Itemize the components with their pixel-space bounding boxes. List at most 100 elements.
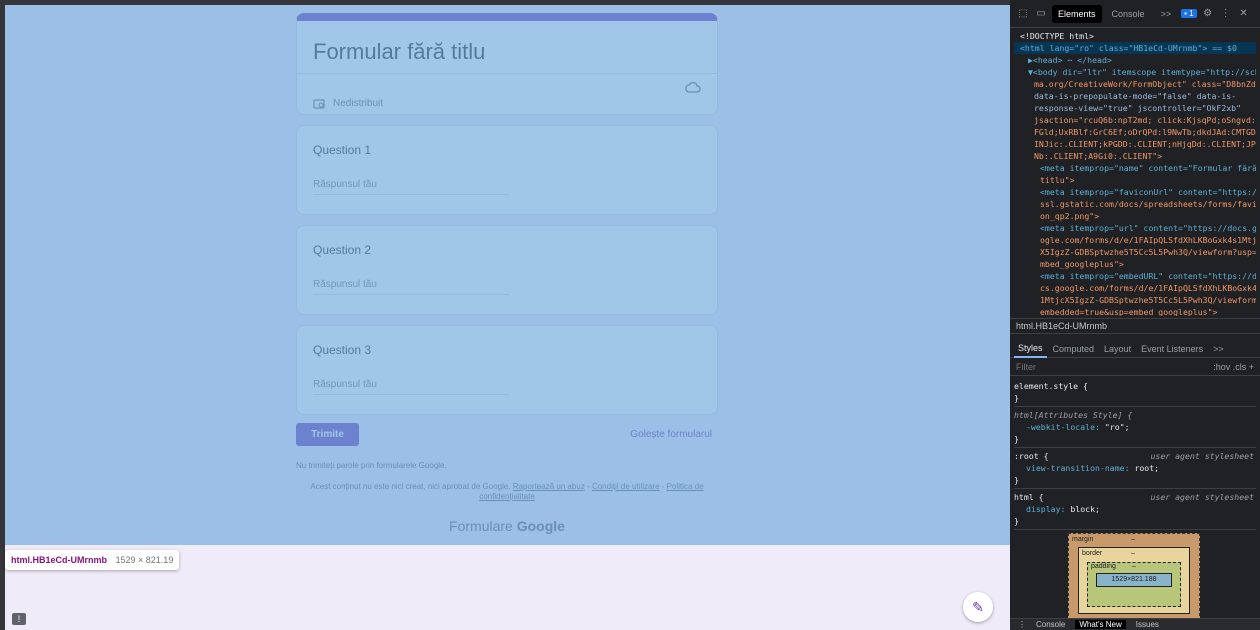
question-title: Question 1 [313,143,372,157]
share-status-label: Nedistribuit [333,98,384,109]
css-rules: element.style { } html[Attributes Style]… [1010,376,1260,536]
clear-form-button[interactable]: Golește formularul [630,429,712,440]
dom-line[interactable]: 1MtjcX5IgzZ-GDBSptwzhe5T5Cc5L5Pwh3Q/view… [1014,294,1256,306]
issues-count: 1 [1189,9,1194,18]
inspect-element-icon[interactable]: ⬚ [1016,8,1030,19]
dom-line[interactable]: embedded=true&usp=embed_googleplus"> [1014,306,1256,316]
title-divider [297,73,717,74]
styles-filter-input[interactable] [1016,361,1136,372]
dom-line[interactable]: titlu"> [1014,174,1256,186]
answer-input[interactable]: Răspunsul tău [313,379,509,395]
question-title: Question 2 [313,243,372,257]
drawer-tab-issues[interactable]: Issues [1136,620,1159,629]
dom-line[interactable]: <meta itemprop="faviconUrl" content="htt… [1014,186,1256,198]
devtools-panel: ⬚ ▭ Elements Console >> ▪ 1 ⚙ ⋮ ✕ <!DOCT… [1010,0,1260,630]
inspect-tooltip: html.HB1eCd-UMrnmb 1529 × 821.19 [5,550,180,570]
tab-computed[interactable]: Computed [1049,341,1099,357]
password-warning: Nu trimiteți parole prin formularele Goo… [296,461,447,470]
device-toolbar-icon[interactable]: ▭ [1034,8,1048,19]
rule-close: } [1014,516,1019,526]
report-issue-icon[interactable]: ! [12,613,26,625]
submit-button[interactable]: Trimite [296,423,359,446]
tab-elements[interactable]: Elements [1052,4,1102,23]
dom-line[interactable]: INJic:.CLIENT;kPGDD:.CLIENT;nHjqDd:.CLIE… [1014,138,1256,150]
drawer-tab-whats-new[interactable]: What's New [1075,620,1126,629]
question-card-1: Question 1 Răspunsul tău [296,125,718,215]
terms-link[interactable]: Condiții de utilizare [592,482,660,491]
dom-line-selected[interactable]: <html lang="ro" class="HB1eCd-UMrnmb"> =… [1014,42,1256,54]
prop-name: display [1026,504,1061,514]
dom-line[interactable]: ma.org/CreativeWork/FormObject" class="D… [1014,78,1256,90]
box-border: border – padding – 1529×821.188 [1078,547,1190,614]
more-subtabs-icon[interactable]: >> [1209,341,1228,357]
dom-tree: <!DOCTYPE html> <html lang="ro" class="H… [1010,28,1260,316]
prop-name: view-transition-name [1026,463,1125,473]
dom-line[interactable]: response-view="true" jscontroller="OkF2x… [1014,102,1256,114]
dom-line[interactable]: ssl.gstatic.com/docs/spreadsheets/forms/… [1014,198,1256,210]
prop-name: -webkit-locale [1026,422,1096,432]
rule-property[interactable]: -webkit-locale: "ro"; [1014,421,1256,433]
close-icon[interactable]: ✕ [1237,8,1251,19]
question-title: Question 3 [313,343,372,357]
box-content-size: 1529×821.188 [1096,573,1172,587]
dom-line[interactable]: <meta itemprop="embedURL" content="https… [1014,270,1256,282]
form-title-card: Formular fără titlu Nedistribuit [296,13,718,115]
rule-selector[interactable]: html[Attributes Style] { [1014,409,1256,421]
filter-tools[interactable]: :hov .cls + [1213,362,1254,372]
dom-line[interactable]: <!DOCTYPE html> [1014,30,1256,42]
dom-line[interactable]: ▼<body dir="ltr" itemscope itemtype="htt… [1014,66,1256,78]
dom-line[interactable]: ogle.com/forms/d/e/1FAIpQLSfdXhLKBoGxk4s… [1014,234,1256,246]
question-card-3: Question 3 Răspunsul tău [296,325,718,415]
box-margin-label: margin [1072,536,1094,543]
answer-input[interactable]: Răspunsul tău [313,179,509,195]
tab-console[interactable]: Console [1106,5,1151,23]
kebab-menu-icon[interactable]: ⋮ [1219,8,1233,19]
tab-layout[interactable]: Layout [1100,341,1135,357]
css-rule: element.style { } [1014,380,1256,407]
dom-line[interactable]: ▶<head> ⋯ </head> [1014,54,1256,66]
dom-line[interactable]: jsaction="rcuQ6b:npT2md; click:KjsqPd;oS… [1014,114,1256,126]
prop-value: "ro"; [1104,422,1130,432]
css-rule: :root { user agent stylesheet view-trans… [1014,450,1256,489]
page-top-edge [0,0,1010,5]
dom-line[interactable]: on_qp2.png"> [1014,210,1256,222]
tooltip-size: 1529 × 821.19 [115,555,174,565]
brand-prefix: Formulare [449,518,513,534]
browser-page: Formular fără titlu Nedistribuit Questio… [0,0,1010,630]
edit-pencil-icon[interactable]: ✎ [963,592,993,622]
box-border-value: – [1131,550,1135,557]
css-rule: html[Attributes Style] { -webkit-locale:… [1014,409,1256,448]
tab-styles[interactable]: Styles [1014,340,1047,358]
dom-breadcrumb[interactable]: html.HB1eCd-UMrnmb [1010,318,1260,334]
dom-line[interactable]: data-is-prepopulate-mode="false" data-is… [1014,90,1256,102]
disclaimer-text: Acest conținut nu este nici creat, nici … [310,482,511,491]
answer-input[interactable]: Răspunsul tău [313,279,509,295]
box-padding-value: – [1132,563,1136,570]
issues-badge[interactable]: ▪ 1 [1181,9,1197,18]
rule-close: } [1014,393,1019,403]
devtools-tabbar: ⬚ ▭ Elements Console >> ▪ 1 ⚙ ⋮ ✕ [1010,0,1260,28]
dom-line[interactable]: <meta itemprop="url" content="https://do… [1014,222,1256,234]
more-tabs-icon[interactable]: >> [1155,5,1178,23]
styles-tabbar: Styles Computed Layout Event Listeners >… [1010,340,1260,358]
drawer-menu-icon[interactable]: ⋮ [1018,620,1026,629]
rule-property[interactable]: view-transition-name: root; [1014,462,1256,474]
dom-line[interactable]: FGld;UxRBlf:GrC6Ef;oDrQPd:l9NwTb;dkdJAd:… [1014,126,1256,138]
dom-line[interactable]: <meta itemprop="name" content="Formular … [1014,162,1256,174]
gear-icon[interactable]: ⚙ [1201,8,1215,19]
dom-line[interactable]: cs.google.com/forms/d/e/1FAIpQLSfdXhLKBo… [1014,282,1256,294]
rule-property[interactable]: display: block; [1014,503,1256,515]
dom-line[interactable]: mbed_googleplus"> [1014,258,1256,270]
dom-line[interactable]: X5IgzZ-GDBSptwzhe5T5Cc5L5Pwh3Q/viewform?… [1014,246,1256,258]
brand-name: Google [516,518,565,534]
google-form: Formular fără titlu Nedistribuit Questio… [296,13,718,534]
box-margin-value: – [1131,536,1135,543]
question-card-2: Question 2 Răspunsul tău [296,225,718,315]
drawer-tab-console[interactable]: Console [1036,620,1065,629]
tab-event-listeners[interactable]: Event Listeners [1137,341,1207,357]
report-abuse-link[interactable]: Raportează un abuz [513,482,585,491]
dom-line[interactable]: Nb:.CLIENT;A9Gi0:.CLIENT"> [1014,150,1256,162]
rule-selector[interactable]: element.style { [1014,380,1256,392]
prop-value: root; [1134,463,1160,473]
forms-logo[interactable]: Formulare Google [296,518,718,534]
